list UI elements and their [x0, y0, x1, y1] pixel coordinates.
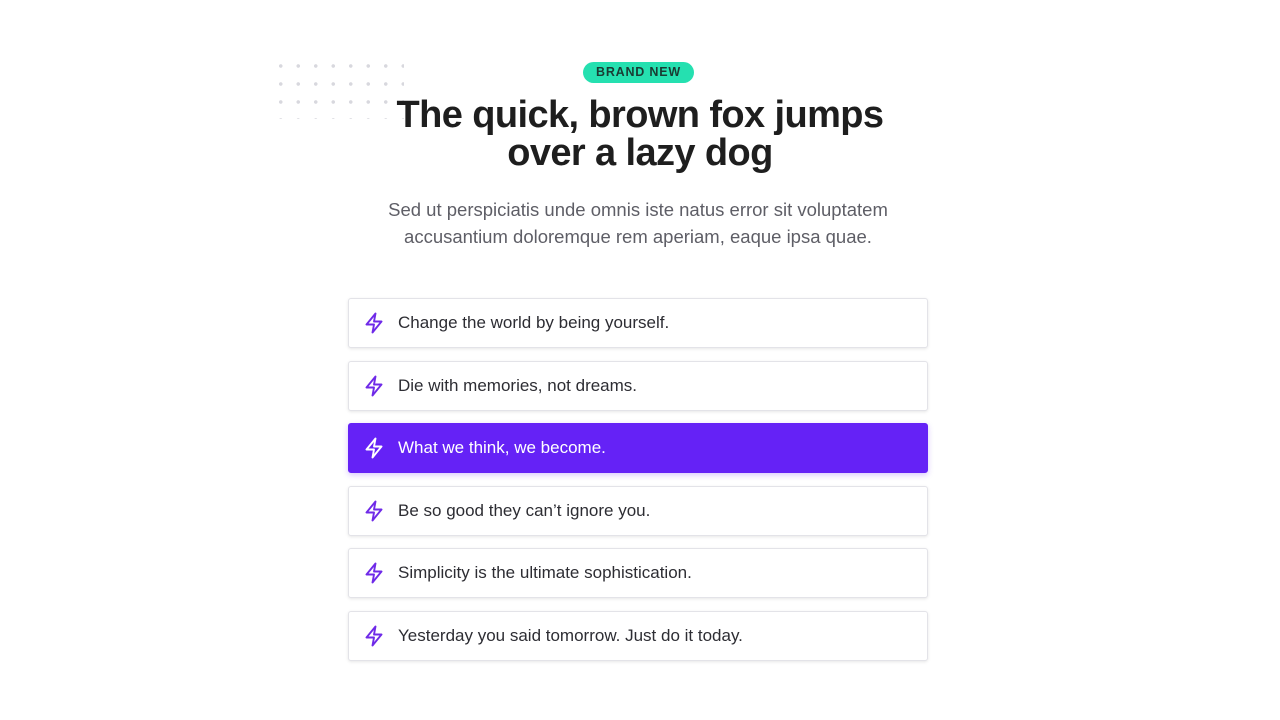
list-item-label: Die with memories, not dreams. — [398, 375, 638, 395]
lightning-icon — [363, 437, 385, 459]
list-item-label: What we think, we become. — [398, 438, 606, 458]
headline: The quick, brown fox jumps over a lazy d… — [340, 96, 940, 172]
list-item[interactable]: What we think, we become. — [348, 423, 928, 474]
lightning-icon — [363, 500, 385, 522]
lightning-icon — [363, 375, 385, 397]
list-item-label: Be so good they can’t ignore you. — [398, 500, 651, 520]
list-item-label: Yesterday you said tomorrow. Just do it … — [398, 625, 743, 645]
list-item[interactable]: Die with memories, not dreams. — [348, 360, 928, 411]
headline-line-2: over a lazy dog — [507, 132, 773, 174]
list-item[interactable]: Be so good they can’t ignore you. — [348, 485, 928, 536]
list-item[interactable]: Change the world by being yourself. — [348, 298, 928, 348]
subtitle: Sed ut perspiciatis unde omnis iste natu… — [330, 196, 946, 250]
headline-line-1: The quick, brown fox jumps — [396, 94, 884, 136]
lightning-icon — [363, 625, 385, 647]
subtitle-line-1: Sed ut perspiciatis unde omnis iste natu… — [388, 199, 888, 220]
list-item[interactable]: Yesterday you said tomorrow. Just do it … — [348, 610, 928, 661]
lightning-icon — [363, 312, 385, 334]
list-item-label: Simplicity is the ultimate sophisticatio… — [398, 563, 692, 583]
lightning-icon — [363, 562, 385, 584]
list-item[interactable]: Simplicity is the ultimate sophisticatio… — [348, 548, 928, 599]
page: BRAND NEW The quick, brown fox jumps ove… — [0, 0, 1280, 720]
list-item-label: Change the world by being yourself. — [398, 313, 670, 332]
quote-list: Change the world by being yourself. Die … — [348, 298, 928, 674]
subtitle-line-2: accusantium doloremque rem aperiam, eaqu… — [404, 226, 872, 247]
brand-new-badge: BRAND NEW — [583, 62, 694, 83]
